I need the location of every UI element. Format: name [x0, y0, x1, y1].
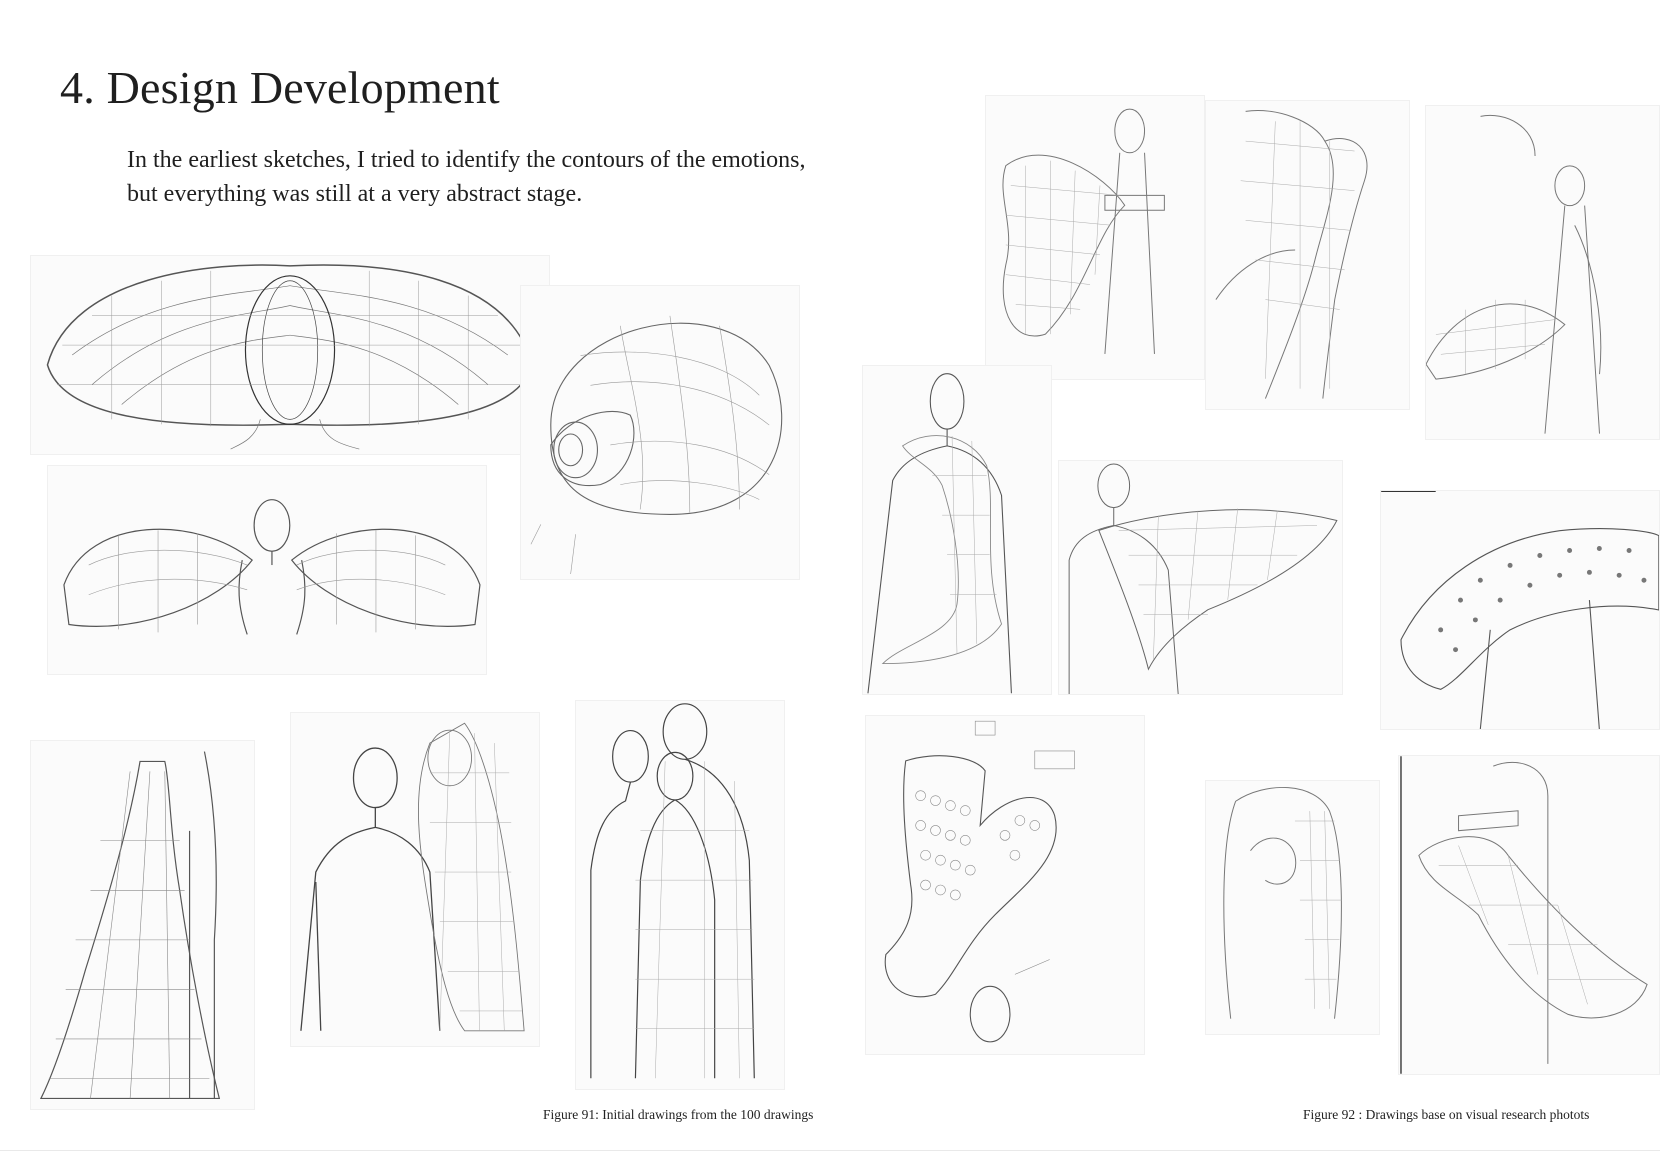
sketch-drawing: [884, 720, 1075, 1043]
sketch-arm-drape: [1425, 105, 1660, 440]
sketch-figure-pair-draped: [290, 712, 540, 1047]
sketch-spotted-wrap: [1380, 490, 1660, 730]
sketch-wide-mesh-cape: [30, 255, 550, 455]
sketch-drawing: [1223, 786, 1342, 1019]
sketch-twisted-mesh: [1205, 100, 1410, 410]
intro-paragraph: In the earliest sketches, I tried to ide…: [127, 143, 887, 211]
figure-91-caption: Figure 91: Initial drawings from the 100…: [543, 1107, 814, 1122]
intro-line-1: In the earliest sketches, I tried to ide…: [127, 147, 806, 173]
sketch-drawing: [867, 373, 1012, 694]
page-bottom-rule: [0, 1150, 1660, 1151]
sketch-drawing: [63, 499, 481, 635]
sketch-drawing: [1426, 114, 1602, 434]
sketch-drawing: [530, 315, 783, 575]
sketch-figure-group: [575, 700, 785, 1090]
sketch-sleeve-mesh: [1205, 780, 1380, 1035]
sketch-drawing: [1381, 491, 1659, 729]
sketch-shoulder-wrap-figure: [862, 365, 1052, 695]
sketch-drawing: [1215, 110, 1368, 399]
sketch-textured-top-detail: [865, 715, 1145, 1055]
sketch-drawing: [300, 722, 525, 1032]
sketch-drawing: [1068, 463, 1338, 694]
sketch-bust-scarf: [1058, 460, 1343, 695]
sketch-layered-shell: [520, 285, 800, 580]
sketch-drawing: [1400, 756, 1648, 1074]
sketch-drawing: [46, 264, 534, 450]
sketch-drawing: [39, 751, 221, 1100]
sketch-wing-shoulders: [47, 465, 487, 675]
sketch-drawing: [1002, 108, 1165, 354]
sketch-mesh-hip-drape: [985, 95, 1205, 380]
sketch-sculptural-sleeve: [1398, 755, 1660, 1075]
intro-line-2: but everything was still at a very abstr…: [127, 181, 583, 207]
page-title: 4. Design Development: [60, 61, 500, 113]
sketch-drawing: [590, 703, 755, 1079]
figure-92-caption: Figure 92 : Drawings base on visual rese…: [1303, 1107, 1590, 1122]
sketch-figure-long-gown: [30, 740, 255, 1110]
